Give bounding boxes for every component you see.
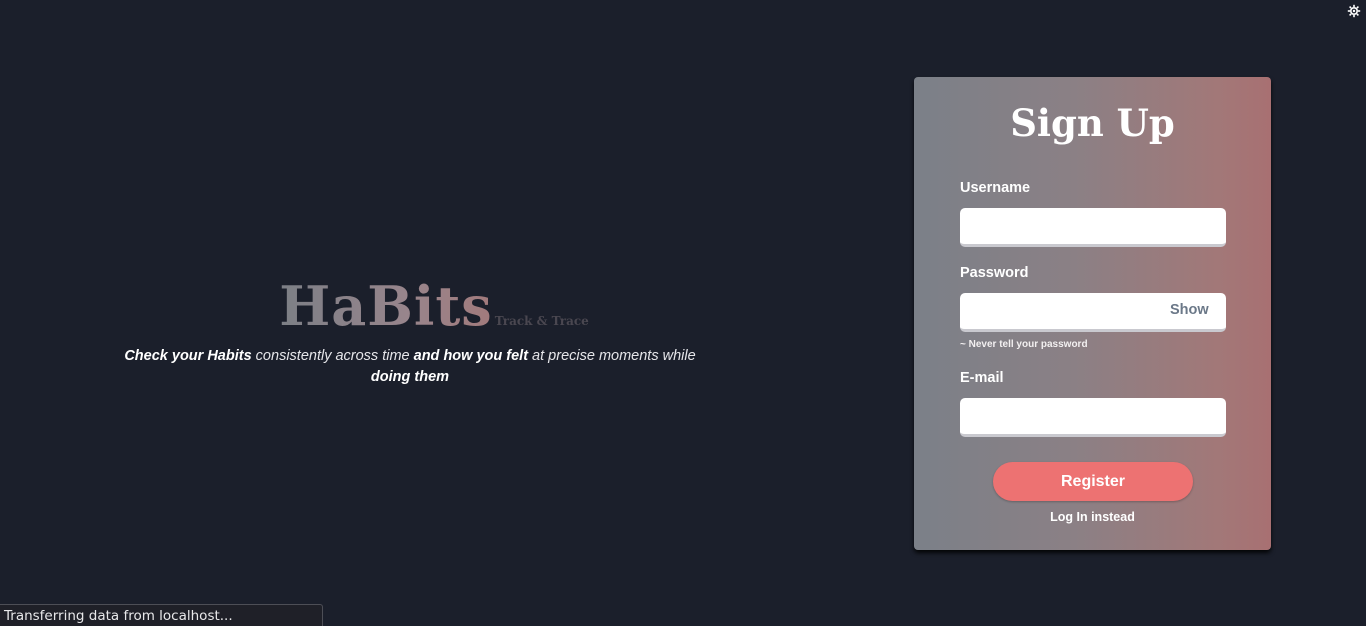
hero-section: HaBits Track & Trace Check your Habits c… xyxy=(100,278,720,388)
tagline-part1: Check your Habits xyxy=(124,348,252,364)
signup-card: Sign Up Username Password Show ~ Never t… xyxy=(914,77,1271,550)
login-instead-link[interactable]: Log In instead xyxy=(914,510,1271,524)
username-input[interactable] xyxy=(960,208,1226,247)
tagline-part5: doing them xyxy=(370,369,450,385)
tagline-part2: consistently across time xyxy=(251,348,414,364)
signup-title: Sign Up xyxy=(1010,101,1175,145)
tagline-part3: and how you felt xyxy=(413,348,529,364)
register-button[interactable]: Register xyxy=(993,462,1193,501)
tagline: Check your Habits consistently across ti… xyxy=(100,346,720,388)
brand-subtitle: Track & Trace xyxy=(494,314,589,328)
password-label: Password xyxy=(960,265,1029,281)
page: HaBits Track & Trace Check your Habits c… xyxy=(0,0,1366,626)
gear-icon[interactable] xyxy=(1347,4,1361,18)
password-hint: ~ Never tell your password xyxy=(960,339,1088,350)
brand-row: HaBits Track & Trace xyxy=(100,278,720,334)
email-input[interactable] xyxy=(960,398,1226,437)
show-password-button[interactable]: Show xyxy=(1170,302,1209,318)
tagline-part4: at precise moments while xyxy=(528,348,696,364)
browser-status-bar: Transferring data from localhost... xyxy=(0,604,323,626)
email-label: E-mail xyxy=(960,370,1004,386)
username-label: Username xyxy=(960,180,1031,196)
brand-logo: HaBits xyxy=(279,274,493,338)
